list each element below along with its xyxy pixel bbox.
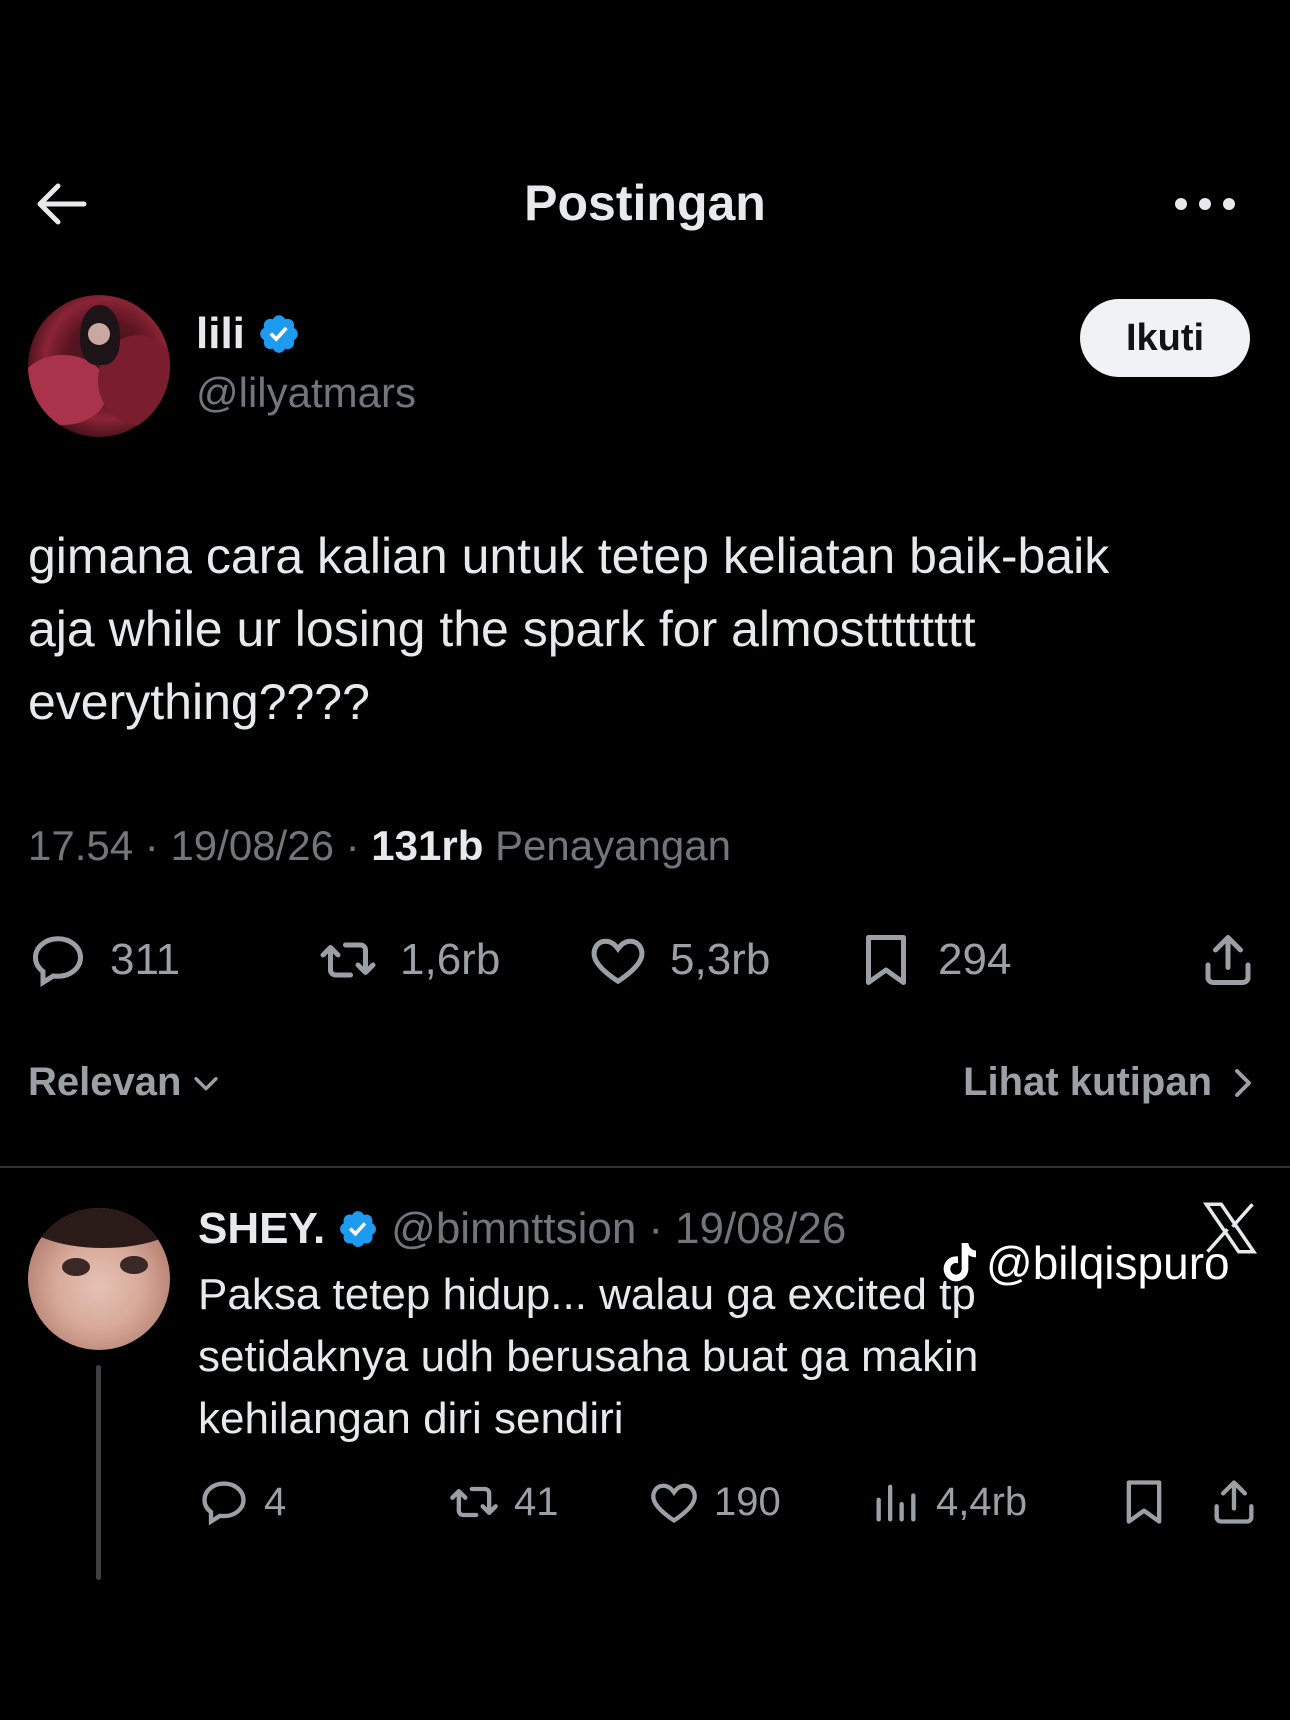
share-icon <box>1205 935 1251 985</box>
chevron-right-icon <box>1235 1068 1251 1097</box>
meta-separator: · <box>144 822 159 869</box>
author-name-row: lili <box>196 309 301 359</box>
post-page: Postingan lili @lilyatmars Ikuti gimana … <box>0 0 1290 1720</box>
author-handle[interactable]: @lilyatmars <box>196 369 416 417</box>
reply-views-button[interactable]: 4,4rb <box>870 1472 1027 1532</box>
repost-icon <box>450 1486 498 1518</box>
reply-header: SHEY. @bimnttsion · 19/08/26 <box>198 1204 846 1254</box>
reply-button[interactable]: 311 <box>28 925 180 995</box>
reply-repost-count: 41 <box>514 1479 559 1524</box>
post-date[interactable]: 19/08/26 <box>170 822 334 869</box>
tiktok-logo-icon <box>943 1243 976 1282</box>
verified-badge-icon <box>260 315 298 353</box>
bookmark-icon <box>866 935 906 985</box>
sort-relevance-button[interactable]: Relevan <box>28 1060 223 1105</box>
reply-count: 311 <box>110 935 181 984</box>
reply-like-count: 190 <box>714 1479 781 1524</box>
share-button[interactable] <box>1198 925 1258 995</box>
repost-count: 1,6rb <box>400 935 501 984</box>
meta-separator: · <box>648 1204 664 1253</box>
tiktok-watermark: @bilqispuro <box>940 1236 1230 1290</box>
post-actions: 311 1,6rb 5,3rb 294 <box>28 925 1268 995</box>
post-time[interactable]: 17.54 <box>28 822 133 869</box>
watermark-handle: @bilqispuro <box>986 1237 1230 1289</box>
view-quotes-link[interactable]: Lihat kutipan <box>963 1060 1258 1105</box>
thread-line <box>96 1365 101 1580</box>
reply-reply-button[interactable]: 4 <box>198 1472 286 1532</box>
author-name[interactable]: lili <box>196 309 245 359</box>
top-bar: Postingan <box>0 160 1290 248</box>
more-options-button[interactable] <box>1170 178 1240 230</box>
repost-button[interactable]: 1,6rb <box>318 925 500 995</box>
author-avatar[interactable] <box>28 295 170 437</box>
view-quotes-label: Lihat kutipan <box>963 1060 1212 1104</box>
views-chart-icon <box>876 1484 916 1522</box>
repost-icon <box>320 942 376 978</box>
bookmark-icon <box>1126 1480 1162 1524</box>
reply-author-handle[interactable]: @bimnttsion <box>391 1204 636 1254</box>
reply-views-count: 4,4rb <box>936 1479 1028 1524</box>
reply-avatar[interactable] <box>28 1208 170 1350</box>
post-meta: 17.54 · 19/08/26 · 131rb Penayangan <box>28 822 731 870</box>
reply-bubble-icon <box>32 936 84 988</box>
reply-share-button[interactable] <box>1208 1472 1260 1532</box>
bookmark-count: 294 <box>938 935 1012 984</box>
verified-badge-icon <box>340 1211 377 1247</box>
page-title: Postingan <box>524 175 766 231</box>
heart-icon <box>651 1483 697 1523</box>
reply-author-name[interactable]: SHEY. <box>198 1204 325 1254</box>
divider <box>0 1166 1290 1168</box>
chevron-down-icon <box>194 1076 219 1090</box>
reply-actions: 4 41 190 4,4rb <box>198 1472 1258 1532</box>
reply-reply-count: 4 <box>264 1479 287 1524</box>
views-label: Penayangan <box>495 822 731 869</box>
reply-like-button[interactable]: 190 <box>648 1472 781 1532</box>
views-count[interactable]: 131rb <box>371 822 483 869</box>
reply-sort-row: Relevan Lihat kutipan <box>28 1060 1258 1120</box>
reply-bubble-icon <box>202 1481 246 1526</box>
sort-label: Relevan <box>28 1060 182 1104</box>
like-count: 5,3rb <box>670 935 771 984</box>
post-text: gimana cara kalian untuk tetep keliatan … <box>28 528 1110 730</box>
share-icon <box>1214 1480 1254 1524</box>
reply-date[interactable]: 19/08/26 <box>675 1204 846 1254</box>
reply-repost-button[interactable]: 41 <box>448 1472 559 1532</box>
like-button[interactable]: 5,3rb <box>588 925 770 995</box>
meta-separator: · <box>345 822 360 869</box>
follow-button[interactable]: Ikuti <box>1080 299 1250 377</box>
bookmark-button[interactable]: 294 <box>856 925 1011 995</box>
post-author: lili @lilyatmars Ikuti <box>28 295 1268 445</box>
reply-text: Paksa tetep hidup... walau ga excited tp… <box>198 1270 979 1443</box>
reply-bookmark-button[interactable] <box>1118 1472 1170 1532</box>
heart-icon <box>591 938 645 985</box>
more-dots-icon <box>1175 198 1235 210</box>
